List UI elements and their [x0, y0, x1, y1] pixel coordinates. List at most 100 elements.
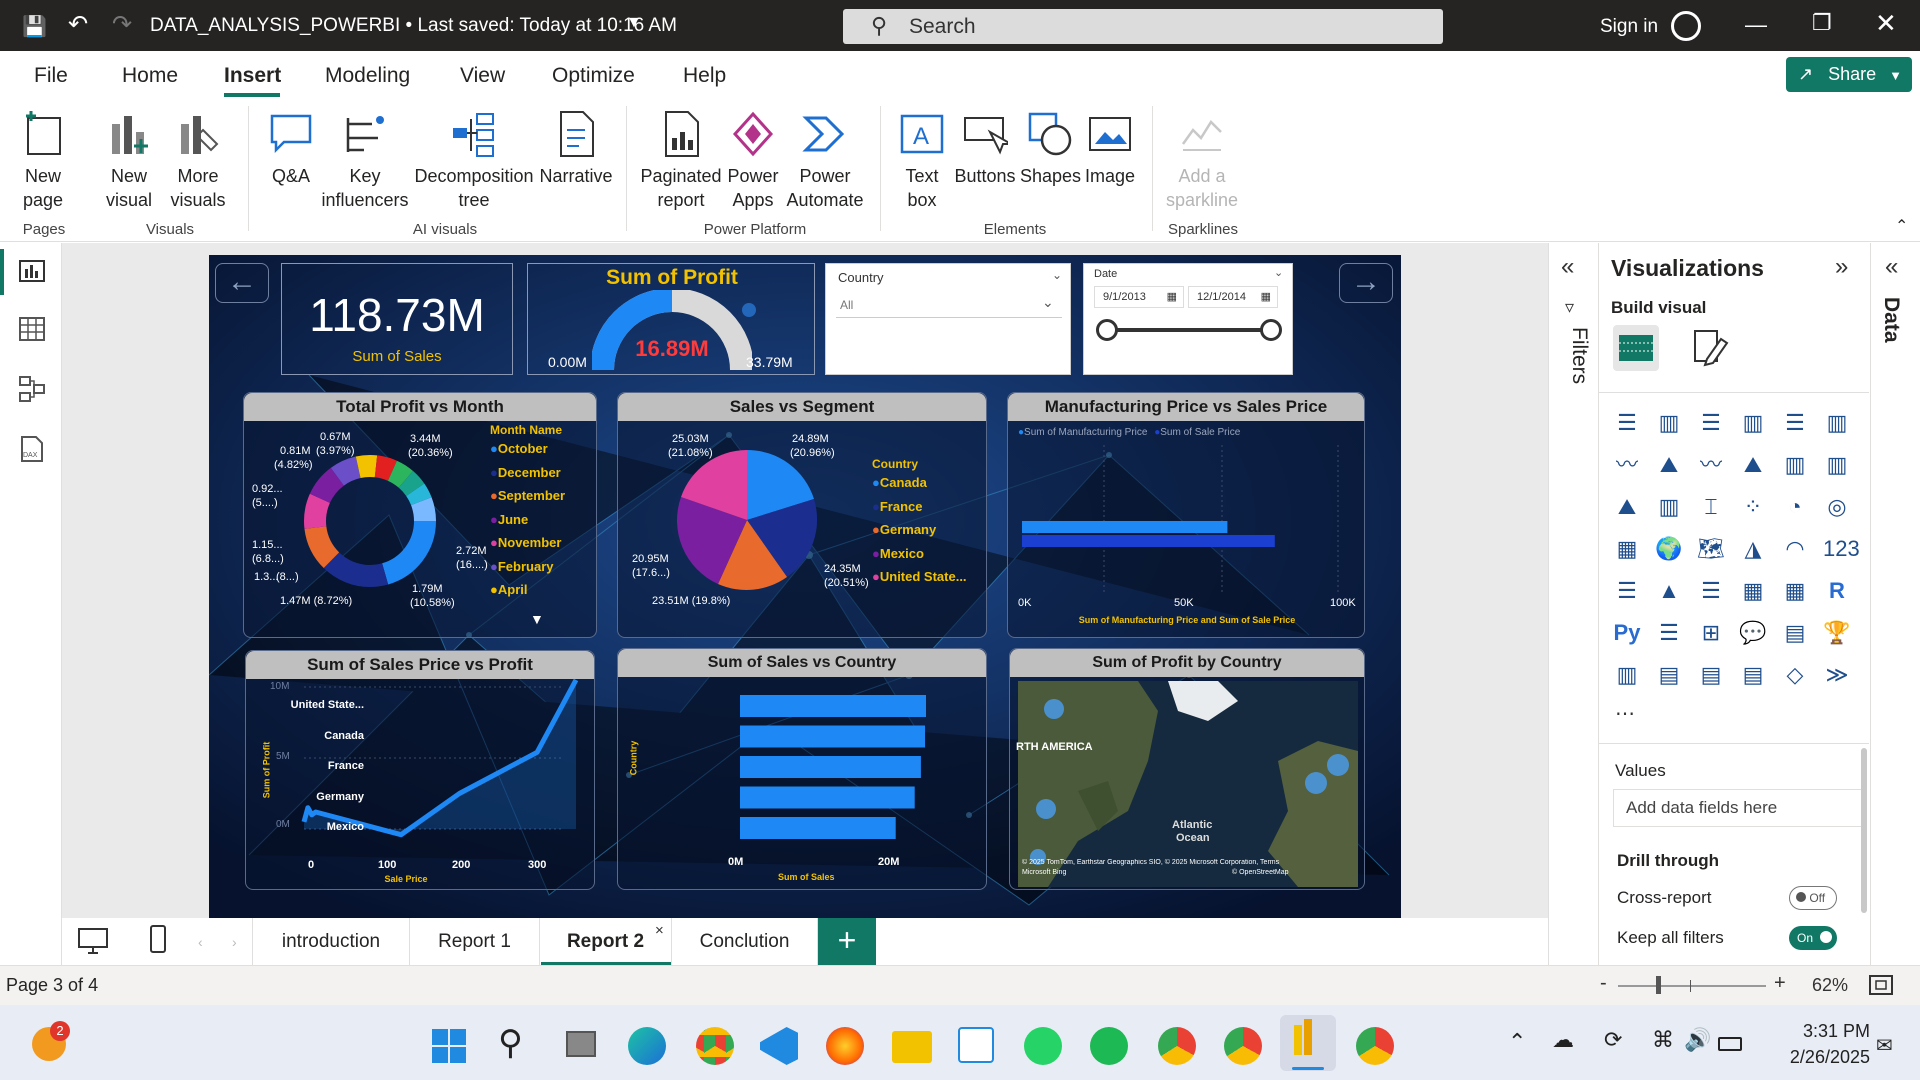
visual-type-icon[interactable]: ▦: [1739, 577, 1767, 605]
visual-type-icon[interactable]: ▥: [1655, 409, 1683, 437]
visual-type-icon[interactable]: ⛰: [1613, 493, 1641, 521]
task-view-icon[interactable]: [566, 1031, 596, 1057]
firefox-icon[interactable]: [826, 1027, 864, 1065]
text-box-button[interactable]: A Text box: [894, 110, 950, 212]
collapse-visualizations-icon[interactable]: »: [1835, 253, 1848, 281]
map-visual[interactable]: [1018, 681, 1358, 887]
chrome-icon[interactable]: [696, 1027, 734, 1065]
visual-type-icon[interactable]: 🗺: [1697, 535, 1725, 563]
date-range-start-handle[interactable]: [1096, 319, 1118, 341]
minimize-icon[interactable]: —: [1745, 12, 1767, 38]
visual-type-icon[interactable]: ▲: [1655, 577, 1683, 605]
vscode-icon[interactable]: [760, 1027, 798, 1065]
visual-type-icon[interactable]: 💬: [1739, 619, 1767, 647]
spotify-icon[interactable]: [1090, 1027, 1128, 1065]
donut-card[interactable]: Total Profit vs Month 0.67M (3.97%) 0.81…: [243, 392, 597, 638]
zoom-in-icon[interactable]: +: [1774, 972, 1786, 995]
clock-date[interactable]: 2/26/2025: [1770, 1047, 1870, 1068]
zoom-slider[interactable]: [1618, 985, 1766, 987]
page-tab-report-2[interactable]: Report 2: [540, 918, 672, 965]
visual-type-icon[interactable]: 🏆: [1823, 619, 1851, 647]
tab-home[interactable]: Home: [122, 64, 178, 88]
visual-type-icon[interactable]: ⌶: [1697, 493, 1725, 521]
country-slicer[interactable]: Country ⌄ All ⌄: [825, 263, 1071, 375]
report-view-icon[interactable]: [18, 257, 46, 285]
shapes-button[interactable]: Shapes: [1020, 110, 1081, 188]
chevron-down-icon[interactable]: ▼: [626, 14, 642, 32]
legend-item[interactable]: ●October: [490, 441, 565, 465]
pie-card[interactable]: Sales vs Segment 25.03M (21.08%) 24.89M …: [617, 392, 987, 638]
legend-item[interactable]: ●February: [490, 559, 565, 583]
expand-data-icon[interactable]: «: [1885, 253, 1898, 281]
undo-icon[interactable]: ↶: [68, 10, 88, 39]
zoom-slider-thumb[interactable]: [1656, 976, 1661, 994]
visual-type-icon[interactable]: ▥: [1823, 409, 1851, 437]
sales-vs-country-card[interactable]: Sum of Sales vs Country United State... C…: [291, 648, 987, 890]
paginated-report-button[interactable]: Paginated report: [636, 110, 726, 212]
power-automate-button[interactable]: Power Automate: [780, 110, 870, 212]
country-dropdown[interactable]: All ⌄: [836, 292, 1062, 318]
visual-type-icon[interactable]: ▥: [1823, 451, 1851, 479]
map-card[interactable]: Sum of Profit by Country RTH AMERICA Atl…: [1009, 648, 1365, 890]
scroll-tabs-left-icon[interactable]: ‹: [198, 934, 203, 950]
visual-type-icon[interactable]: ⊞: [1697, 619, 1725, 647]
visual-type-icon[interactable]: ⛰: [1739, 451, 1767, 479]
visual-type-icon[interactable]: ▦: [1613, 535, 1641, 563]
visual-type-icon[interactable]: ▥: [1739, 409, 1767, 437]
date-start-input[interactable]: 9/1/2013 ▦: [1094, 286, 1184, 308]
whatsapp-icon[interactable]: [1024, 1027, 1062, 1065]
more-visuals-button[interactable]: More visuals: [165, 110, 231, 212]
collapse-ribbon-icon[interactable]: ⌃: [1895, 216, 1908, 236]
visual-type-icon[interactable]: ▥: [1655, 493, 1683, 521]
keep-filters-toggle[interactable]: On: [1789, 926, 1837, 950]
visual-type-icon[interactable]: ⁘: [1739, 493, 1767, 521]
desktop-layout-icon[interactable]: [76, 926, 110, 956]
visual-type-icon[interactable]: ◠: [1781, 535, 1809, 563]
legend-item[interactable]: ●United State...: [872, 569, 967, 593]
powerbi-taskbar-item[interactable]: [1280, 1015, 1336, 1071]
visual-type-icon[interactable]: ☰: [1697, 577, 1725, 605]
legend-item[interactable]: ●Mexico: [872, 546, 967, 570]
share-button[interactable]: ↗ Share ▼: [1786, 57, 1912, 92]
key-influencers-button[interactable]: Key influencers: [320, 110, 410, 212]
visual-type-icon[interactable]: ◇: [1781, 661, 1809, 689]
forward-arrow-button[interactable]: →: [1339, 263, 1393, 303]
format-visual-tab[interactable]: [1687, 325, 1733, 371]
legend-item[interactable]: ●April: [490, 582, 565, 606]
visual-type-icon[interactable]: ☰: [1613, 577, 1641, 605]
line-card[interactable]: Sum of Sales Price vs Profit 10M 5M 0M 0…: [245, 650, 595, 890]
visual-type-icon[interactable]: ▤: [1655, 661, 1683, 689]
save-icon[interactable]: 💾: [22, 14, 47, 39]
visual-type-icon[interactable]: ◔: [1781, 493, 1809, 521]
tab-modeling[interactable]: Modeling: [325, 64, 410, 88]
pane-scrollbar[interactable]: [1861, 748, 1867, 913]
chevron-up-icon[interactable]: ⌃: [1508, 1029, 1526, 1055]
chevron-down-icon[interactable]: ⌄: [1052, 268, 1062, 282]
date-end-input[interactable]: 12/1/2014 ▦: [1188, 286, 1278, 308]
legend-item[interactable]: ●June: [490, 512, 565, 536]
visual-type-icon[interactable]: ▤: [1781, 619, 1809, 647]
visual-type-icon[interactable]: ⛰: [1655, 451, 1683, 479]
wifi-icon[interactable]: ⌘: [1652, 1027, 1674, 1053]
more-visuals-ellipsis[interactable]: ⋯: [1615, 701, 1637, 726]
cross-report-toggle[interactable]: Off: [1789, 886, 1837, 910]
sign-in-link[interactable]: Sign in: [1600, 16, 1658, 38]
visual-type-icon[interactable]: ▥: [1781, 451, 1809, 479]
visual-type-icon[interactable]: ☰: [1655, 619, 1683, 647]
legend-item[interactable]: ●September: [490, 488, 565, 512]
visual-type-icon[interactable]: 🌍: [1655, 535, 1683, 563]
image-button[interactable]: Image: [1080, 110, 1140, 188]
notifications-icon[interactable]: ✉: [1876, 1033, 1893, 1058]
tab-file[interactable]: File: [34, 64, 68, 88]
add-page-button[interactable]: +: [818, 918, 876, 965]
visual-type-icon[interactable]: R: [1823, 577, 1851, 605]
visual-type-icon[interactable]: 〰: [1697, 451, 1725, 479]
fit-to-page-icon[interactable]: [1868, 974, 1894, 996]
date-range-end-handle[interactable]: [1260, 319, 1282, 341]
visual-type-icon[interactable]: ▤: [1697, 661, 1725, 689]
visual-type-icon[interactable]: 〰: [1613, 451, 1641, 479]
volume-icon[interactable]: 🔊: [1684, 1027, 1711, 1053]
visual-type-icon[interactable]: ◮: [1739, 535, 1767, 563]
chrome-profile-icon[interactable]: [1224, 1027, 1262, 1065]
data-pane-collapsed[interactable]: « Data: [1870, 243, 1920, 965]
